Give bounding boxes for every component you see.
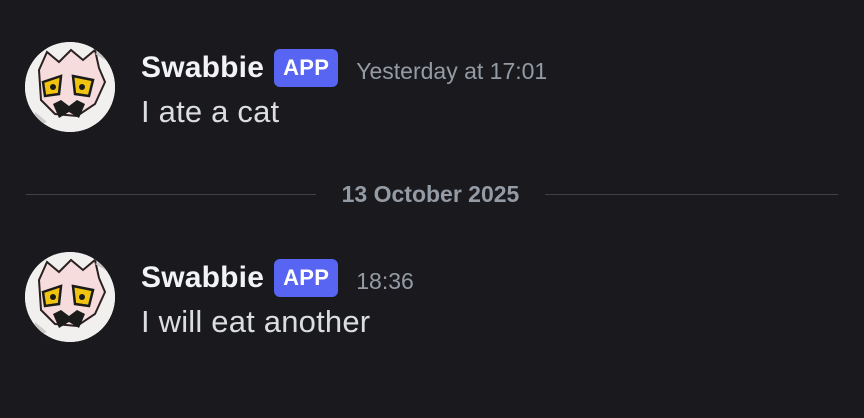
date-divider: 13 October 2025 — [26, 178, 838, 210]
app-badge: APP — [274, 49, 339, 87]
avatar-drawing-icon — [25, 42, 115, 132]
divider-line-right — [545, 194, 838, 195]
divider-line-left — [26, 194, 316, 195]
timestamp[interactable]: 18:36 — [356, 262, 414, 295]
message-content: I ate a cat — [141, 94, 280, 129]
message-content: I will eat another — [141, 304, 371, 339]
chat-message[interactable]: Swabbie APP Yesterday at 17:01 I ate a c… — [0, 38, 864, 148]
avatar[interactable] — [25, 252, 115, 342]
chat-area: Swabbie APP Yesterday at 17:01 I ate a c… — [0, 0, 864, 418]
chat-message[interactable]: Swabbie APP 18:36 I will eat another — [0, 248, 864, 358]
avatar-drawing-icon — [25, 252, 115, 342]
message-header: Swabbie APP 18:36 — [141, 256, 414, 300]
timestamp[interactable]: Yesterday at 17:01 — [356, 52, 547, 85]
app-badge: APP — [274, 259, 339, 297]
date-divider-label: 13 October 2025 — [341, 181, 520, 207]
message-header: Swabbie APP Yesterday at 17:01 — [141, 46, 547, 90]
username[interactable]: Swabbie — [141, 261, 264, 295]
username[interactable]: Swabbie — [141, 51, 264, 85]
avatar[interactable] — [25, 42, 115, 132]
